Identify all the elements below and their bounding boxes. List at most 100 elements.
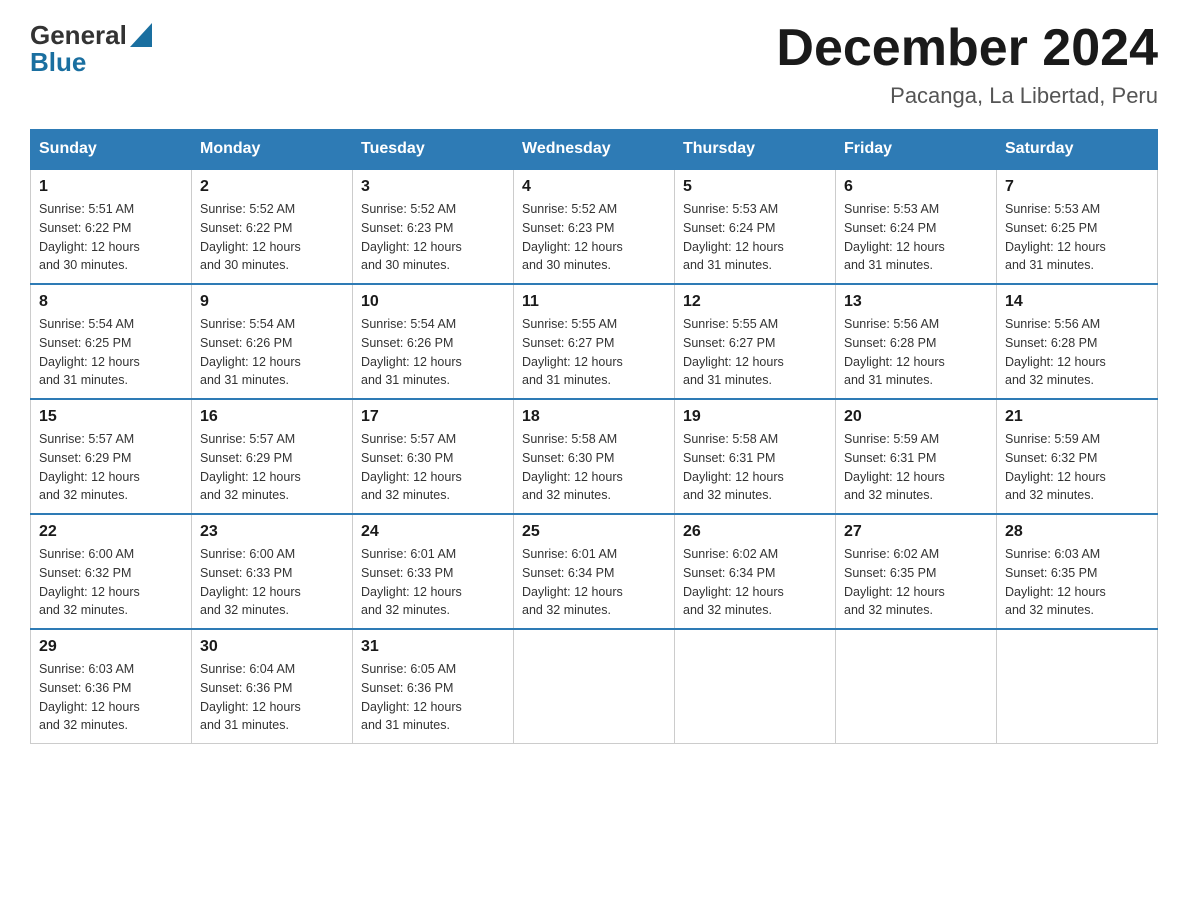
daylight-label: Daylight: 12 hours <box>39 700 140 714</box>
sunset-label: Sunset: 6:23 PM <box>522 221 614 235</box>
daylight-label: Daylight: 12 hours <box>683 240 784 254</box>
sunrise-label: Sunrise: 6:02 AM <box>844 547 939 561</box>
calendar-cell: 22 Sunrise: 6:00 AM Sunset: 6:32 PM Dayl… <box>31 514 192 629</box>
daylight-label: Daylight: 12 hours <box>522 240 623 254</box>
logo: General Blue <box>30 20 152 78</box>
calendar-cell <box>836 629 997 744</box>
calendar-cell: 30 Sunrise: 6:04 AM Sunset: 6:36 PM Dayl… <box>192 629 353 744</box>
daylight-minutes: and 32 minutes. <box>522 488 611 502</box>
calendar-cell: 9 Sunrise: 5:54 AM Sunset: 6:26 PM Dayli… <box>192 284 353 399</box>
calendar-cell: 6 Sunrise: 5:53 AM Sunset: 6:24 PM Dayli… <box>836 169 997 284</box>
sunrise-label: Sunrise: 6:04 AM <box>200 662 295 676</box>
sunset-label: Sunset: 6:22 PM <box>200 221 292 235</box>
calendar-cell: 16 Sunrise: 5:57 AM Sunset: 6:29 PM Dayl… <box>192 399 353 514</box>
day-info: Sunrise: 5:52 AM Sunset: 6:23 PM Dayligh… <box>361 200 505 275</box>
sunrise-label: Sunrise: 5:53 AM <box>683 202 778 216</box>
daylight-label: Daylight: 12 hours <box>39 470 140 484</box>
day-number: 6 <box>844 178 988 196</box>
calendar-cell: 26 Sunrise: 6:02 AM Sunset: 6:34 PM Dayl… <box>675 514 836 629</box>
day-info: Sunrise: 5:55 AM Sunset: 6:27 PM Dayligh… <box>683 315 827 390</box>
sunset-label: Sunset: 6:24 PM <box>844 221 936 235</box>
sunset-label: Sunset: 6:26 PM <box>361 336 453 350</box>
daylight-minutes: and 32 minutes. <box>1005 488 1094 502</box>
calendar-cell: 19 Sunrise: 5:58 AM Sunset: 6:31 PM Dayl… <box>675 399 836 514</box>
day-info: Sunrise: 6:03 AM Sunset: 6:36 PM Dayligh… <box>39 660 183 735</box>
sunset-label: Sunset: 6:25 PM <box>39 336 131 350</box>
daylight-minutes: and 32 minutes. <box>844 488 933 502</box>
calendar-cell: 2 Sunrise: 5:52 AM Sunset: 6:22 PM Dayli… <box>192 169 353 284</box>
daylight-minutes: and 32 minutes. <box>683 488 772 502</box>
day-number: 3 <box>361 178 505 196</box>
sunset-label: Sunset: 6:32 PM <box>1005 451 1097 465</box>
daylight-label: Daylight: 12 hours <box>361 355 462 369</box>
sunrise-label: Sunrise: 5:54 AM <box>39 317 134 331</box>
calendar-cell: 3 Sunrise: 5:52 AM Sunset: 6:23 PM Dayli… <box>353 169 514 284</box>
sunrise-label: Sunrise: 5:56 AM <box>1005 317 1100 331</box>
day-info: Sunrise: 6:02 AM Sunset: 6:35 PM Dayligh… <box>844 545 988 620</box>
calendar-cell: 17 Sunrise: 5:57 AM Sunset: 6:30 PM Dayl… <box>353 399 514 514</box>
main-title: December 2024 <box>776 20 1158 77</box>
sunrise-label: Sunrise: 5:52 AM <box>200 202 295 216</box>
daylight-label: Daylight: 12 hours <box>683 355 784 369</box>
calendar-cell: 20 Sunrise: 5:59 AM Sunset: 6:31 PM Dayl… <box>836 399 997 514</box>
day-info: Sunrise: 6:01 AM Sunset: 6:33 PM Dayligh… <box>361 545 505 620</box>
day-info: Sunrise: 5:53 AM Sunset: 6:24 PM Dayligh… <box>844 200 988 275</box>
calendar-cell: 15 Sunrise: 5:57 AM Sunset: 6:29 PM Dayl… <box>31 399 192 514</box>
daylight-label: Daylight: 12 hours <box>1005 585 1106 599</box>
sunset-label: Sunset: 6:34 PM <box>522 566 614 580</box>
daylight-minutes: and 32 minutes. <box>361 603 450 617</box>
daylight-minutes: and 30 minutes. <box>361 258 450 272</box>
day-info: Sunrise: 6:00 AM Sunset: 6:33 PM Dayligh… <box>200 545 344 620</box>
sunset-label: Sunset: 6:35 PM <box>844 566 936 580</box>
calendar-cell: 23 Sunrise: 6:00 AM Sunset: 6:33 PM Dayl… <box>192 514 353 629</box>
day-number: 31 <box>361 638 505 656</box>
header-saturday: Saturday <box>997 130 1158 170</box>
sunset-label: Sunset: 6:33 PM <box>200 566 292 580</box>
daylight-minutes: and 32 minutes. <box>522 603 611 617</box>
day-info: Sunrise: 6:05 AM Sunset: 6:36 PM Dayligh… <box>361 660 505 735</box>
daylight-label: Daylight: 12 hours <box>522 470 623 484</box>
calendar-table: SundayMondayTuesdayWednesdayThursdayFrid… <box>30 129 1158 744</box>
calendar-week-row: 29 Sunrise: 6:03 AM Sunset: 6:36 PM Dayl… <box>31 629 1158 744</box>
day-info: Sunrise: 5:59 AM Sunset: 6:32 PM Dayligh… <box>1005 430 1149 505</box>
day-number: 24 <box>361 523 505 541</box>
daylight-minutes: and 32 minutes. <box>39 488 128 502</box>
sunrise-label: Sunrise: 5:57 AM <box>39 432 134 446</box>
day-number: 16 <box>200 408 344 426</box>
sunset-label: Sunset: 6:28 PM <box>1005 336 1097 350</box>
sunset-label: Sunset: 6:22 PM <box>39 221 131 235</box>
sunset-label: Sunset: 6:29 PM <box>39 451 131 465</box>
daylight-minutes: and 31 minutes. <box>200 718 289 732</box>
day-number: 20 <box>844 408 988 426</box>
sunset-label: Sunset: 6:28 PM <box>844 336 936 350</box>
day-info: Sunrise: 5:54 AM Sunset: 6:25 PM Dayligh… <box>39 315 183 390</box>
sunset-label: Sunset: 6:34 PM <box>683 566 775 580</box>
calendar-cell: 7 Sunrise: 5:53 AM Sunset: 6:25 PM Dayli… <box>997 169 1158 284</box>
header-friday: Friday <box>836 130 997 170</box>
sunrise-label: Sunrise: 5:57 AM <box>361 432 456 446</box>
calendar-cell: 14 Sunrise: 5:56 AM Sunset: 6:28 PM Dayl… <box>997 284 1158 399</box>
daylight-minutes: and 31 minutes. <box>844 258 933 272</box>
sunset-label: Sunset: 6:36 PM <box>361 681 453 695</box>
day-info: Sunrise: 5:58 AM Sunset: 6:31 PM Dayligh… <box>683 430 827 505</box>
calendar-week-row: 22 Sunrise: 6:00 AM Sunset: 6:32 PM Dayl… <box>31 514 1158 629</box>
day-number: 21 <box>1005 408 1149 426</box>
header-tuesday: Tuesday <box>353 130 514 170</box>
calendar-cell: 31 Sunrise: 6:05 AM Sunset: 6:36 PM Dayl… <box>353 629 514 744</box>
day-info: Sunrise: 5:52 AM Sunset: 6:23 PM Dayligh… <box>522 200 666 275</box>
calendar-week-row: 8 Sunrise: 5:54 AM Sunset: 6:25 PM Dayli… <box>31 284 1158 399</box>
daylight-label: Daylight: 12 hours <box>522 585 623 599</box>
day-number: 30 <box>200 638 344 656</box>
daylight-label: Daylight: 12 hours <box>1005 470 1106 484</box>
calendar-cell: 25 Sunrise: 6:01 AM Sunset: 6:34 PM Dayl… <box>514 514 675 629</box>
sunrise-label: Sunrise: 5:55 AM <box>522 317 617 331</box>
daylight-minutes: and 32 minutes. <box>200 488 289 502</box>
calendar-cell: 5 Sunrise: 5:53 AM Sunset: 6:24 PM Dayli… <box>675 169 836 284</box>
calendar-cell: 4 Sunrise: 5:52 AM Sunset: 6:23 PM Dayli… <box>514 169 675 284</box>
daylight-minutes: and 32 minutes. <box>361 488 450 502</box>
title-block: December 2024 Pacanga, La Libertad, Peru <box>776 20 1158 109</box>
day-number: 11 <box>522 293 666 311</box>
daylight-label: Daylight: 12 hours <box>361 240 462 254</box>
sunset-label: Sunset: 6:29 PM <box>200 451 292 465</box>
day-info: Sunrise: 5:53 AM Sunset: 6:24 PM Dayligh… <box>683 200 827 275</box>
